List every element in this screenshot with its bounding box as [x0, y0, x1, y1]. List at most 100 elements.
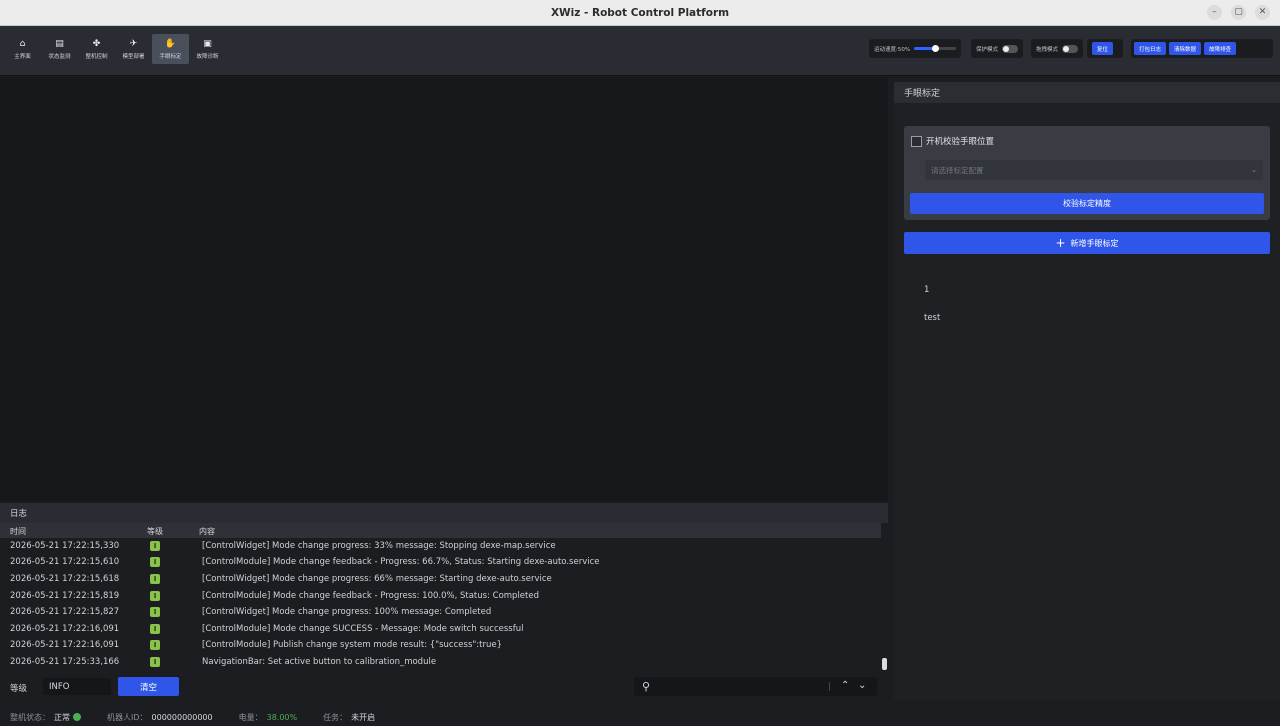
home-icon: ⌂ — [19, 38, 26, 49]
status-ok-icon — [73, 713, 81, 721]
column-content: 内容 — [199, 527, 215, 536]
robot-id-label: 机器人ID： — [107, 712, 148, 722]
clear-log-button[interactable]: 清空 — [118, 677, 179, 696]
search-icon: ⚲ — [642, 680, 651, 693]
level-filter-select[interactable]: INFO — [43, 678, 111, 695]
robot-id-value: 000000000000 — [151, 712, 213, 722]
log-scrollbar-thumb[interactable] — [882, 658, 887, 670]
maximize-icon[interactable]: ▢ — [1231, 5, 1246, 20]
speed-label: 运动速度:50% — [874, 46, 911, 53]
log-message: [ControlWidget] Mode change progress: 33… — [202, 541, 556, 551]
nav-item-model-deploy[interactable]: ✈ 模型部署 — [115, 34, 152, 64]
log-time: 2026-05-21 17:22:15,610 — [10, 557, 120, 567]
main-nav: ⌂ 主界面 ▤ 状态监测 ✤ 整机控制 ✈ 模型部署 ✋ 手眼标定 ▣ 故障诊断 — [4, 34, 226, 64]
reset-button[interactable]: 复位 — [1092, 42, 1114, 55]
startup-check-label: 开机校验手眼位置 — [926, 137, 995, 147]
startup-check-row[interactable]: 开机校验手眼位置 — [911, 135, 994, 147]
speed-slider-handle[interactable] — [932, 45, 940, 52]
nav-label: 手眼标定 — [159, 53, 182, 60]
calibration-config-select[interactable]: 请选择标定配置 ⌄ — [925, 160, 1263, 180]
battery-value: 38.00% — [266, 712, 298, 722]
log-message: NavigationBar: Set active button to cali… — [202, 657, 437, 667]
diagnosis-icon: ▣ — [203, 38, 212, 49]
select-placeholder: 请选择标定配置 — [931, 165, 984, 175]
log-level-badge: I — [150, 574, 160, 584]
add-calibration-button[interactable]: + 新增手眼标定 — [904, 232, 1270, 254]
protect-mode-label: 保护模式 — [976, 46, 999, 53]
camera-viewport[interactable] — [0, 77, 888, 502]
minimize-icon[interactable]: – — [1207, 5, 1222, 20]
clear-data-button[interactable]: 清除数据 — [1169, 42, 1202, 55]
action-group: 打包日志 清除数据 故障排查 — [1131, 39, 1273, 58]
log-row: 2026-05-21 17:25:33,166 I NavigationBar:… — [0, 654, 881, 670]
calibration-list-item[interactable]: test — [924, 313, 940, 323]
drag-mode-label: 拖拽模式 — [1036, 46, 1059, 53]
log-title: 日志 — [0, 503, 888, 523]
title-bar: XWiz - Robot Control Platform – ▢ ✕ — [0, 0, 1280, 26]
level-filter-label: 等级 — [10, 684, 28, 694]
log-message: [ControlModule] Mode change SUCCESS - Me… — [202, 624, 524, 634]
log-row: 2026-05-21 17:22:15,330 I [ControlWidget… — [0, 538, 881, 554]
chevron-up-icon[interactable]: ⌃ — [841, 680, 849, 691]
machine-state-label: 整机状态： — [10, 712, 50, 722]
log-time: 2026-05-21 17:22:15,330 — [10, 541, 120, 551]
fault-check-button[interactable]: 故障排查 — [1204, 42, 1237, 55]
nav-item-fault-diagnosis[interactable]: ▣ 故障诊断 — [189, 34, 226, 64]
chevron-down-icon[interactable]: ⌄ — [858, 680, 866, 691]
battery-label: 电量： — [238, 712, 263, 722]
log-row: 2026-05-21 17:22:15,827 I [ControlWidget… — [0, 604, 881, 620]
log-search-box[interactable]: ⚲ ⌃ ⌄ — [634, 677, 877, 696]
log-level-badge: I — [150, 640, 160, 650]
drag-mode-toggle[interactable] — [1062, 44, 1078, 53]
nav-item-machine-control[interactable]: ✤ 整机控制 — [78, 34, 115, 64]
close-icon[interactable]: ✕ — [1255, 5, 1270, 20]
plus-icon: + — [1055, 236, 1066, 250]
log-message: [ControlModule] Mode change feedback - P… — [202, 591, 539, 601]
startup-check-checkbox[interactable] — [911, 135, 922, 147]
log-scrollbar[interactable] — [881, 538, 888, 673]
log-table-header: 时间 等级 内容 — [0, 523, 881, 538]
protect-mode-control: 保护模式 — [971, 39, 1023, 58]
nav-label: 模型部署 — [122, 53, 145, 60]
panel-title: 手眼标定 — [894, 82, 1280, 103]
reset-group: 复位 — [1087, 39, 1123, 58]
verify-accuracy-label: 校验标定精度 — [1063, 199, 1111, 208]
log-row: 2026-05-21 17:22:16,091 I [ControlModule… — [0, 637, 881, 653]
nav-label: 主界面 — [14, 53, 31, 60]
calibration-list-item[interactable]: 1 — [924, 285, 929, 295]
log-rows: 2026-05-21 17:22:15,330 I [ControlWidget… — [0, 538, 881, 673]
log-message: [ControlWidget] Mode change progress: 66… — [202, 574, 552, 584]
speed-slider[interactable] — [914, 45, 956, 52]
log-time: 2026-05-21 17:22:16,091 — [10, 624, 120, 634]
log-row: 2026-05-21 17:22:15,610 I [ControlModule… — [0, 554, 881, 570]
log-time: 2026-05-21 17:25:33,166 — [10, 657, 120, 667]
log-time: 2026-05-21 17:22:15,819 — [10, 591, 120, 601]
log-time: 2026-05-21 17:22:16,091 — [10, 640, 120, 650]
log-level-badge: I — [150, 624, 160, 634]
column-time: 时间 — [10, 527, 26, 536]
add-calibration-label: 新增手眼标定 — [1070, 238, 1119, 248]
log-level-badge: I — [150, 607, 160, 617]
status-bar: 整机状态： 正常 机器人ID： 000000000000 电量： 38.00% … — [0, 708, 1280, 726]
log-level-badge: I — [150, 557, 160, 567]
control-icon: ✤ — [92, 38, 101, 49]
nav-item-status-monitor[interactable]: ▤ 状态监测 — [41, 34, 78, 64]
log-row: 2026-05-21 17:22:15,819 I [ControlModule… — [0, 588, 881, 604]
log-message: [ControlModule] Publish change system mo… — [202, 640, 502, 650]
verify-accuracy-button[interactable]: 校验标定精度 — [910, 193, 1264, 214]
protect-mode-toggle[interactable] — [1002, 44, 1018, 53]
log-footer: 等级 INFO 清空 ⚲ ⌃ ⌄ — [0, 677, 888, 697]
log-message: [ControlWidget] Mode change progress: 10… — [202, 607, 492, 617]
nav-label: 状态监测 — [48, 53, 71, 60]
log-level-badge: I — [150, 657, 160, 667]
nav-item-home[interactable]: ⌂ 主界面 — [4, 34, 41, 64]
column-level: 等级 — [147, 527, 163, 536]
log-row: 2026-05-21 17:22:15,618 I [ControlWidget… — [0, 571, 881, 587]
nav-item-hand-eye-calibration[interactable]: ✋ 手眼标定 — [152, 34, 189, 64]
window-title: XWiz - Robot Control Platform — [550, 6, 730, 19]
log-row: 2026-05-21 17:22:16,091 I [ControlModule… — [0, 621, 881, 637]
pack-log-button[interactable]: 打包日志 — [1134, 42, 1167, 55]
calibration-panel: 手眼标定 开机校验手眼位置 请选择标定配置 ⌄ 校验标定精度 + 新增手眼标定 … — [894, 82, 1280, 700]
task-label: 任务： — [323, 712, 348, 722]
log-message: [ControlModule] Mode change feedback - P… — [202, 557, 600, 567]
